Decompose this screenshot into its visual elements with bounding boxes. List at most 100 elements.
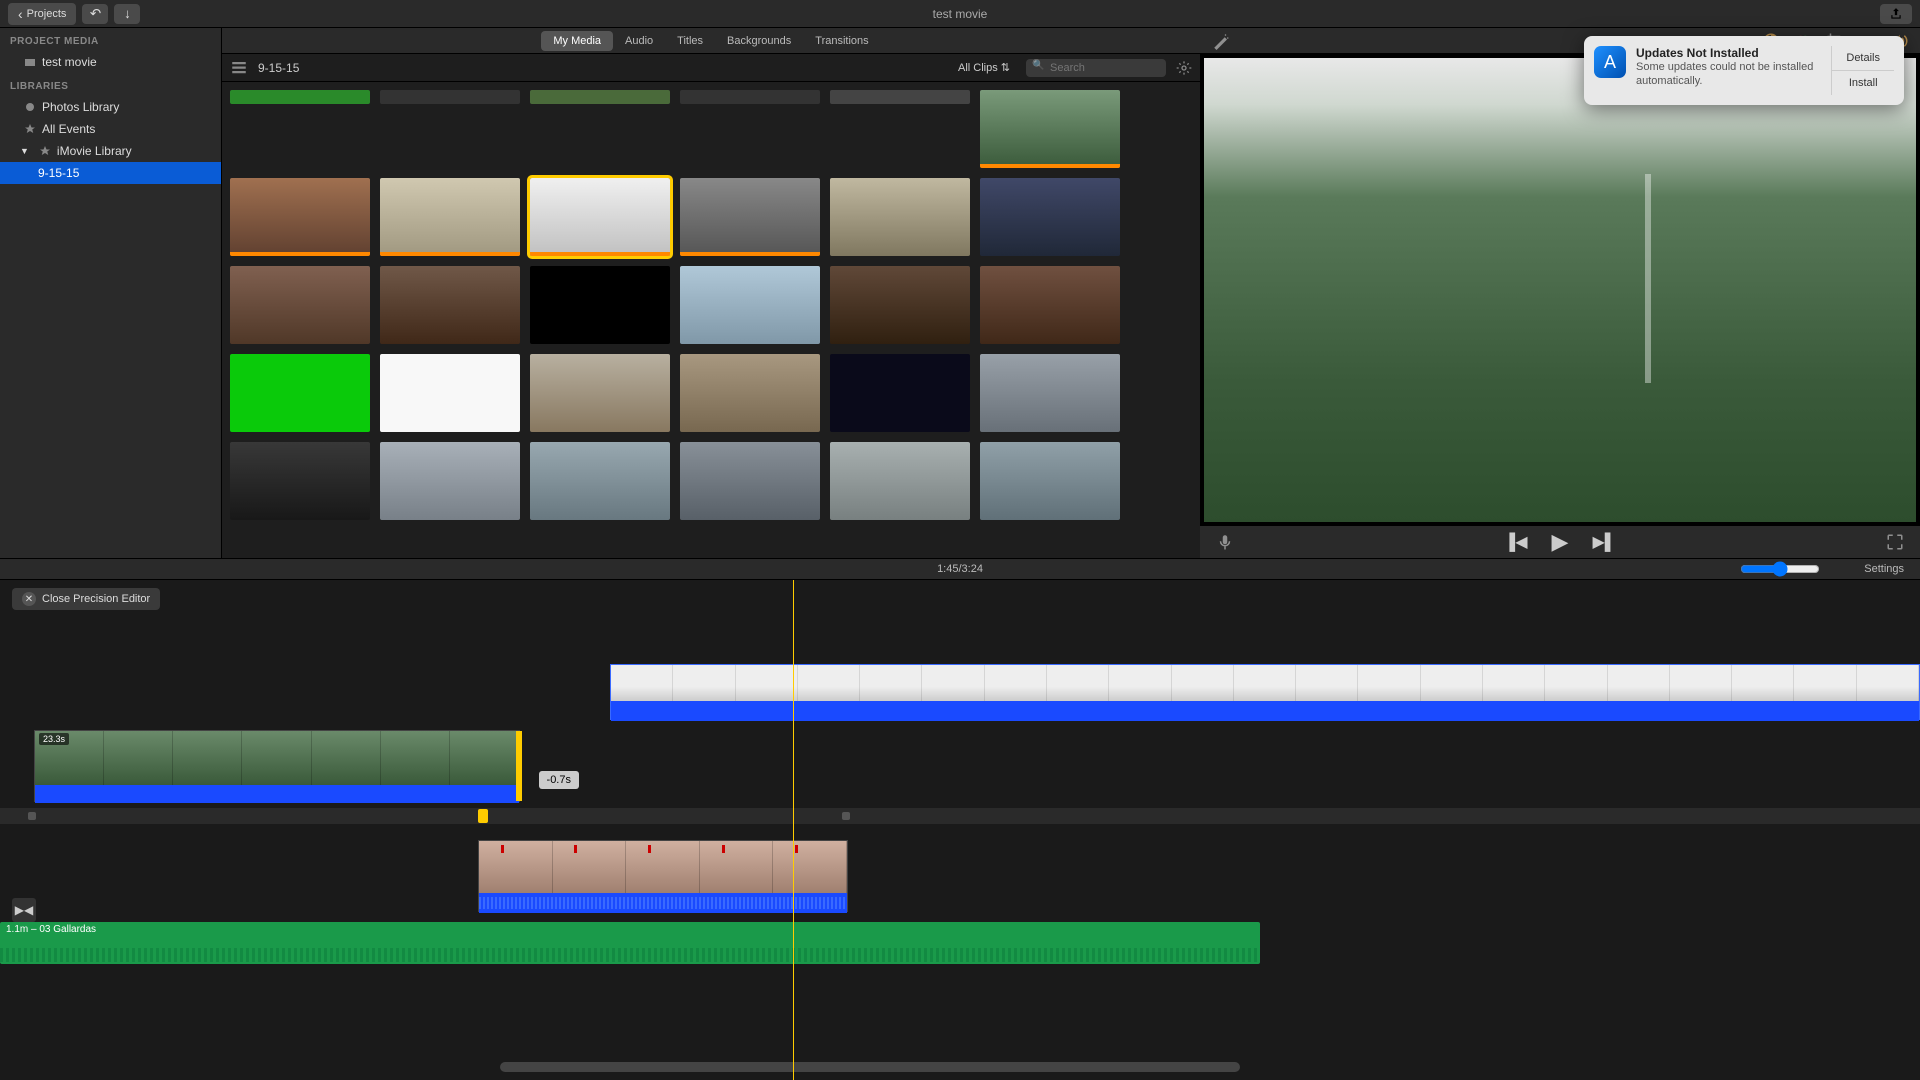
star-icon [24, 123, 36, 135]
clip-duration-badge: 23.3s [39, 733, 69, 745]
media-clip[interactable] [230, 354, 370, 432]
list-view-icon[interactable] [230, 59, 248, 77]
media-clip[interactable] [980, 178, 1120, 256]
media-clip[interactable] [680, 442, 820, 520]
wand-icon[interactable] [1212, 32, 1230, 50]
back-label: Projects [27, 8, 67, 20]
media-clip[interactable] [380, 442, 520, 520]
media-clip[interactable] [230, 90, 370, 104]
media-clip[interactable] [980, 354, 1120, 432]
next-button[interactable]: ▶▌ [1592, 532, 1616, 552]
libraries-header: LIBRARIES [0, 73, 221, 96]
photos-icon [24, 101, 36, 113]
close-precision-button[interactable]: Close Precision Editor [12, 588, 160, 610]
precision-edit-icon[interactable]: ▶◀ [12, 898, 36, 922]
music-clip[interactable]: 1.1m – 03 Gallardas [0, 922, 1260, 964]
share-button[interactable] [1880, 4, 1912, 24]
project-name: test movie [42, 55, 97, 69]
media-clip[interactable] [830, 354, 970, 432]
media-clip[interactable] [380, 178, 520, 256]
notification-message: Some updates could not be installed auto… [1636, 60, 1821, 89]
fullscreen-icon[interactable] [1886, 533, 1904, 551]
project-media-header: PROJECT MEDIA [0, 28, 221, 51]
sidebar-item-imovie-library[interactable]: ▼ iMovie Library [0, 140, 221, 162]
clip-filter-dropdown[interactable]: All Clips ⇅ [952, 59, 1016, 76]
media-clip[interactable] [380, 90, 520, 104]
play-button[interactable]: ▶ [1552, 529, 1569, 555]
settings-button[interactable]: Settings [1864, 563, 1904, 575]
prev-button[interactable]: ▐◀ [1504, 532, 1528, 552]
tab-backgrounds[interactable]: Backgrounds [715, 31, 803, 51]
preview-viewer[interactable] [1204, 58, 1916, 522]
media-clip[interactable] [680, 178, 820, 256]
project-title: test movie [933, 7, 988, 21]
tab-my-media[interactable]: My Media [541, 31, 613, 51]
ruler-marker[interactable] [28, 812, 36, 820]
media-clip[interactable] [530, 442, 670, 520]
undo-button[interactable]: ↶ [82, 4, 108, 24]
tab-audio[interactable]: Audio [613, 31, 665, 51]
sidebar-item-event[interactable]: 9-15-15 [0, 162, 221, 184]
browser-toolbar: 9-15-15 All Clips ⇅ [222, 54, 1200, 82]
horizontal-scrollbar[interactable] [500, 1062, 1240, 1072]
timeline-clip[interactable]: 23.3s -0.7s [34, 730, 520, 802]
all-events-label: All Events [42, 122, 95, 136]
tab-titles[interactable]: Titles [665, 31, 715, 51]
projects-back-button[interactable]: Projects [8, 3, 76, 25]
waterfall-graphic [1645, 174, 1651, 383]
notification-details-button[interactable]: Details [1832, 46, 1894, 71]
search-input[interactable] [1026, 59, 1166, 77]
ruler-marker[interactable] [842, 812, 850, 820]
precision-upper-track [610, 664, 1920, 720]
timeline[interactable]: Close Precision Editor ▶◀ 23.3s -0.7s [0, 580, 1920, 1080]
content-tabs: My Media Audio Titles Backgrounds Transi… [222, 28, 1200, 54]
star-icon [39, 145, 51, 157]
media-clip[interactable] [530, 266, 670, 344]
disclosure-triangle-icon[interactable]: ▼ [20, 146, 29, 156]
breadcrumb: 9-15-15 [258, 61, 299, 75]
browser-column: My Media Audio Titles Backgrounds Transi… [222, 28, 1200, 558]
media-clip[interactable] [980, 266, 1120, 344]
playback-controls: ▐◀ ▶ ▶▌ [1200, 526, 1920, 558]
media-clip[interactable] [680, 90, 820, 104]
notification-install-button[interactable]: Install [1832, 71, 1894, 95]
clip-grid[interactable] [222, 82, 1200, 558]
trim-handle[interactable] [516, 731, 522, 801]
timeline-clip[interactable] [610, 664, 1920, 720]
media-clip[interactable] [830, 178, 970, 256]
sidebar-item-project[interactable]: test movie [0, 51, 221, 73]
sidebar-item-photos[interactable]: Photos Library [0, 96, 221, 118]
media-clip[interactable] [830, 442, 970, 520]
media-clip[interactable] [530, 354, 670, 432]
playhead[interactable] [793, 580, 794, 1080]
voiceover-icon[interactable] [1216, 533, 1234, 551]
media-clip[interactable] [680, 354, 820, 432]
media-clip[interactable] [530, 178, 670, 256]
close-precision-label: Close Precision Editor [42, 593, 150, 605]
edit-point-marker[interactable] [478, 809, 488, 823]
media-clip[interactable] [380, 266, 520, 344]
media-clip[interactable] [980, 442, 1120, 520]
media-clip[interactable] [530, 90, 670, 104]
media-clip[interactable] [830, 266, 970, 344]
media-clip[interactable] [980, 90, 1120, 168]
update-notification: A Updates Not Installed Some updates cou… [1584, 36, 1904, 105]
import-button[interactable]: ↓ [114, 4, 140, 24]
media-clip[interactable] [380, 354, 520, 432]
media-clip[interactable] [230, 442, 370, 520]
zoom-slider[interactable] [1740, 561, 1820, 577]
sidebar-item-all-events[interactable]: All Events [0, 118, 221, 140]
tab-transitions[interactable]: Transitions [803, 31, 880, 51]
media-clip[interactable] [830, 90, 970, 104]
notification-title: Updates Not Installed [1636, 46, 1821, 60]
gear-icon[interactable] [1176, 60, 1192, 76]
clapper-icon [24, 56, 36, 68]
media-clip[interactable] [230, 266, 370, 344]
timeline-info-bar: 1:45/3:24 Settings [0, 558, 1920, 580]
media-clip[interactable] [680, 266, 820, 344]
viewer-column: ▐◀ ▶ ▶▌ [1200, 28, 1920, 558]
playhead-time: 1:45/3:24 [937, 563, 983, 575]
media-clip[interactable] [230, 178, 370, 256]
sidebar: PROJECT MEDIA test movie LIBRARIES Photo… [0, 28, 222, 558]
precision-lower-track: ▶◀ 23.3s -0.7s [0, 730, 540, 802]
